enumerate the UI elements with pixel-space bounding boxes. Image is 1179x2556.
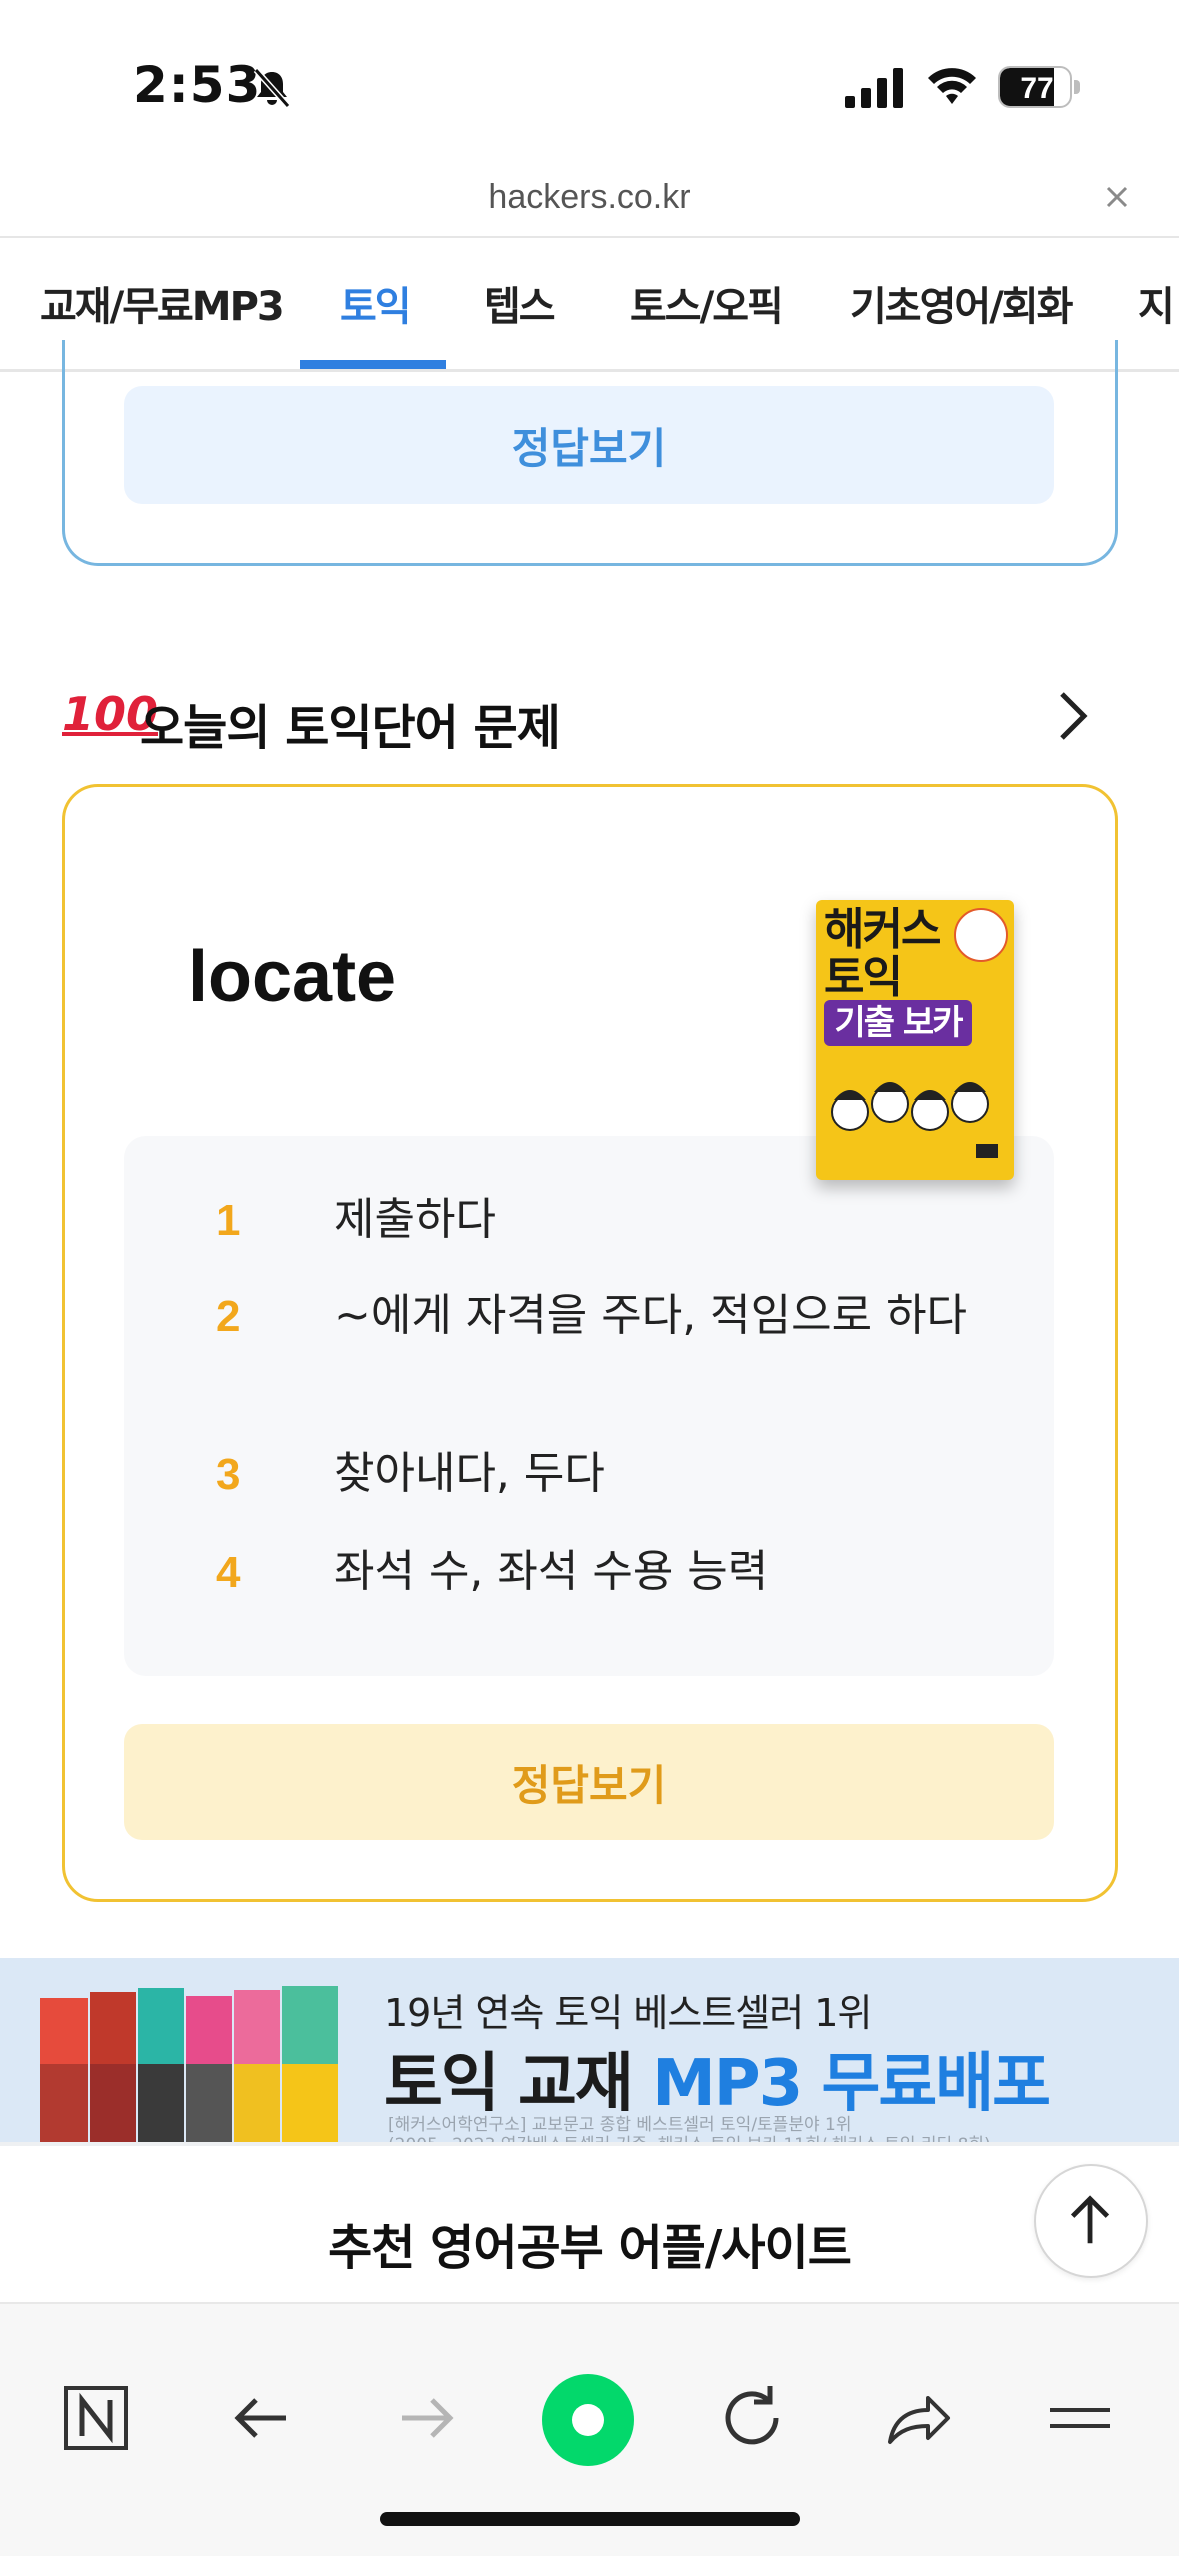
book-cover-image[interactable]: 해커스 토익 기출 보카: [816, 900, 1014, 1180]
bell-slash-icon: [253, 68, 291, 108]
book-title-line1: 해커스: [824, 904, 941, 955]
status-bar: 2:53 77: [0, 0, 1179, 170]
tab-basic-english[interactable]: 기초영어/회화: [850, 274, 1073, 332]
arrow-up-icon: [1070, 2195, 1110, 2244]
book-title-line2: 토익: [824, 952, 903, 1003]
show-answer-button[interactable]: 정답보기: [124, 1724, 1054, 1840]
section-title: 오늘의 토익단어 문제: [140, 700, 561, 756]
share-icon[interactable]: [876, 2378, 956, 2458]
chevron-right-icon[interactable]: [1052, 688, 1092, 744]
option-number[interactable]: 1: [216, 1196, 240, 1246]
wifi-icon: [928, 68, 976, 104]
option-number[interactable]: 4: [216, 1548, 240, 1598]
hundred-points-icon: 100: [62, 687, 159, 741]
quiz-word: locate: [188, 937, 397, 1017]
close-icon[interactable]: [1100, 180, 1134, 214]
scroll-to-top-button[interactable]: [1034, 2164, 1148, 2278]
battery-percent: 77: [1020, 72, 1054, 105]
menu-icon[interactable]: [1040, 2378, 1120, 2458]
option-text[interactable]: 좌석 수, 좌석 수용 능력: [334, 1542, 768, 1602]
url-bar[interactable]: hackers.co.kr: [0, 170, 1179, 236]
option-text[interactable]: ~에게 자격을 주다, 적임으로 하다: [216, 1286, 986, 1346]
tab-more[interactable]: 지: [1138, 274, 1175, 332]
option-text[interactable]: 제출하다: [334, 1190, 496, 1250]
recommend-section: 추천 영어공부 어플/사이트: [0, 2142, 1179, 2302]
cellular-signal-icon: [845, 68, 903, 108]
naver-green-dot-icon[interactable]: [540, 2372, 636, 2468]
naver-n-icon[interactable]: [56, 2378, 136, 2458]
tab-textbook-mp3[interactable]: 교재/무료MP3: [40, 274, 285, 332]
refresh-icon[interactable]: [712, 2378, 792, 2458]
banner-footnote-detail: (2005~2023 연간베스트셀러 기준, 해커스 토익 보카 11회/ 해커…: [388, 2130, 991, 2142]
book-illustration: [826, 1060, 1004, 1160]
option-number[interactable]: 3: [216, 1450, 240, 1500]
tab-toss-opic[interactable]: 토스/오픽: [630, 274, 784, 332]
forward-arrow-icon[interactable]: [386, 2378, 466, 2458]
back-arrow-icon[interactable]: [222, 2378, 302, 2458]
quiz-section-header[interactable]: 100 오늘의 토익단어 문제: [62, 680, 1118, 756]
status-time: 2:53: [133, 56, 262, 114]
recommend-title: 추천 영어공부 어플/사이트: [328, 2220, 852, 2276]
url-text[interactable]: hackers.co.kr: [0, 178, 1179, 217]
battery-icon: 77: [998, 66, 1080, 108]
tab-teps[interactable]: 텝스: [484, 274, 556, 332]
option-text[interactable]: 찾아내다, 두다: [334, 1444, 605, 1504]
book-badge: [954, 908, 1008, 962]
tab-toeic[interactable]: 토익: [340, 274, 412, 332]
textbooks-image: [40, 1986, 338, 2142]
home-indicator: [380, 2512, 800, 2526]
show-answer-button-top[interactable]: 정답보기: [124, 386, 1054, 504]
book-title-line3: 기출 보카: [824, 1000, 972, 1046]
promo-banner[interactable]: 19년 연속 토익 베스트셀러 1위 토익 교재 MP3 무료배포 [해커스어학…: [0, 1958, 1179, 2142]
banner-subtitle: 19년 연속 토익 베스트셀러 1위: [384, 1991, 872, 2035]
